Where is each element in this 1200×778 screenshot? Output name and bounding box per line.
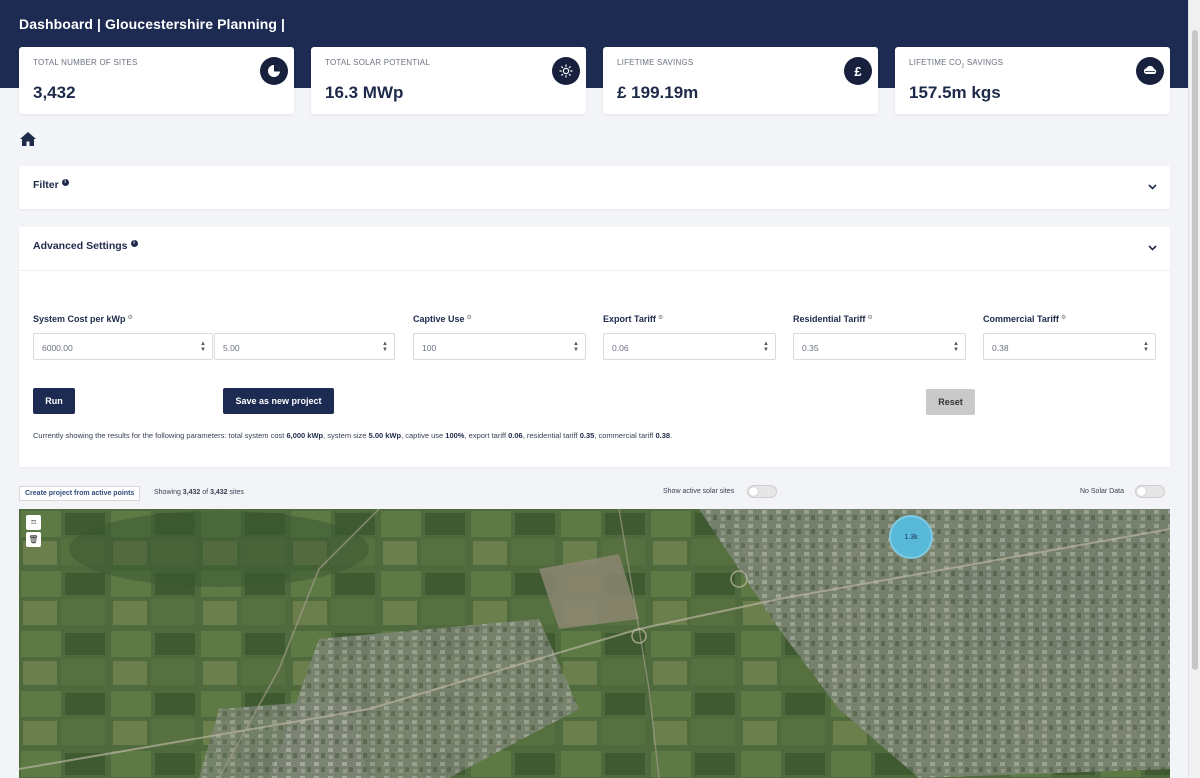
stepper-icon: ▲ ▼	[763, 341, 769, 353]
stat-value: £ 199.19m	[617, 83, 699, 102]
active-solar-label: Show active solar sites	[663, 488, 735, 495]
sun-icon	[552, 57, 580, 85]
stepper-icon: ▲ ▼	[382, 341, 388, 353]
stat-card-solar-potential: TOTAL SOLAR POTENTIAL 16.3 MWp	[311, 47, 586, 114]
stepper-icon: ▲ ▼	[573, 341, 579, 353]
export-tariff-input[interactable]: 0.06 ▲ ▼	[603, 333, 776, 360]
chevron-down-icon[interactable]	[1148, 245, 1157, 251]
stat-label: LIFETIME CO2 SAVINGS	[909, 58, 1004, 70]
stat-label: TOTAL SOLAR POTENTIAL	[325, 58, 430, 67]
home-icon[interactable]	[19, 131, 37, 147]
filter-title: Filter i	[33, 179, 69, 191]
stat-value: 3,432	[33, 83, 76, 102]
system-cost-label: System Cost per kWp ⚙	[33, 314, 133, 324]
active-solar-toggle[interactable]	[747, 485, 777, 498]
captive-use-label: Captive Use ⚙	[413, 314, 472, 324]
save-new-project-button[interactable]: Save as new project	[223, 388, 334, 414]
stepper-icon: ▲ ▼	[200, 341, 206, 353]
run-button[interactable]: Run	[33, 388, 75, 414]
stat-label: LIFETIME SAVINGS	[617, 58, 694, 67]
stat-card-co2-savings: LIFETIME CO2 SAVINGS 157.5m kgs	[895, 47, 1170, 114]
commercial-tariff-label: Commercial Tariff ⚙	[983, 314, 1067, 324]
map-imagery	[19, 509, 1170, 778]
commercial-tariff-input[interactable]: 0.38 ▲ ▼	[983, 333, 1156, 360]
export-tariff-label: Export Tariff ⚙	[603, 314, 664, 324]
stat-value: 157.5m kgs	[909, 83, 1001, 102]
satellite-map[interactable]: ⌑ 🗑 1.3k	[19, 509, 1170, 778]
scrollbar-thumb[interactable]	[1192, 30, 1198, 670]
advanced-settings-title: Advanced Settings i	[33, 240, 138, 252]
no-solar-toggle[interactable]	[1135, 485, 1165, 498]
filter-panel[interactable]: Filter i	[19, 166, 1170, 209]
page-scrollbar[interactable]	[1188, 0, 1200, 778]
stepper-icon: ▲ ▼	[953, 341, 959, 353]
captive-use-input[interactable]: 100 ▲ ▼	[413, 333, 586, 360]
stepper-icon: ▲ ▼	[1143, 341, 1149, 353]
info-icon: i	[130, 240, 138, 247]
residential-tariff-label: Residential Tariff ⚙	[793, 314, 873, 324]
stat-label: TOTAL NUMBER OF SITES	[33, 58, 138, 67]
pie-chart-icon	[260, 57, 288, 85]
create-project-button[interactable]: Create project from active points	[19, 486, 141, 501]
map-cluster-marker[interactable]: 1.3k	[889, 515, 933, 559]
stat-card-lifetime-savings: LIFETIME SAVINGS £ 199.19m £	[603, 47, 878, 114]
draw-polygon-icon[interactable]: ⌑	[26, 515, 41, 530]
residential-tariff-input[interactable]: 0.35 ▲ ▼	[793, 333, 966, 360]
stat-card-total-sites: TOTAL NUMBER OF SITES 3,432	[19, 47, 294, 114]
cloud-icon	[1136, 57, 1164, 85]
stat-value: 16.3 MWp	[325, 83, 404, 102]
parameters-summary: Currently showing the results for the fo…	[33, 431, 673, 440]
showing-count: Showing 3,432 of 3,432 sites	[154, 489, 244, 496]
trash-icon[interactable]: 🗑	[26, 532, 41, 547]
info-icon: i	[61, 179, 69, 186]
system-cost-input[interactable]: 6000.00 ▲ ▼	[33, 333, 213, 360]
system-size-input[interactable]: 5.00 ▲ ▼	[214, 333, 395, 360]
pound-icon: £	[844, 57, 872, 85]
no-solar-label: No Solar Data	[1080, 488, 1124, 495]
chevron-down-icon[interactable]	[1148, 184, 1157, 190]
reset-button[interactable]: Reset	[926, 389, 975, 415]
page-title: Dashboard | Gloucestershire Planning |	[19, 16, 286, 32]
panel-divider	[19, 270, 1170, 271]
